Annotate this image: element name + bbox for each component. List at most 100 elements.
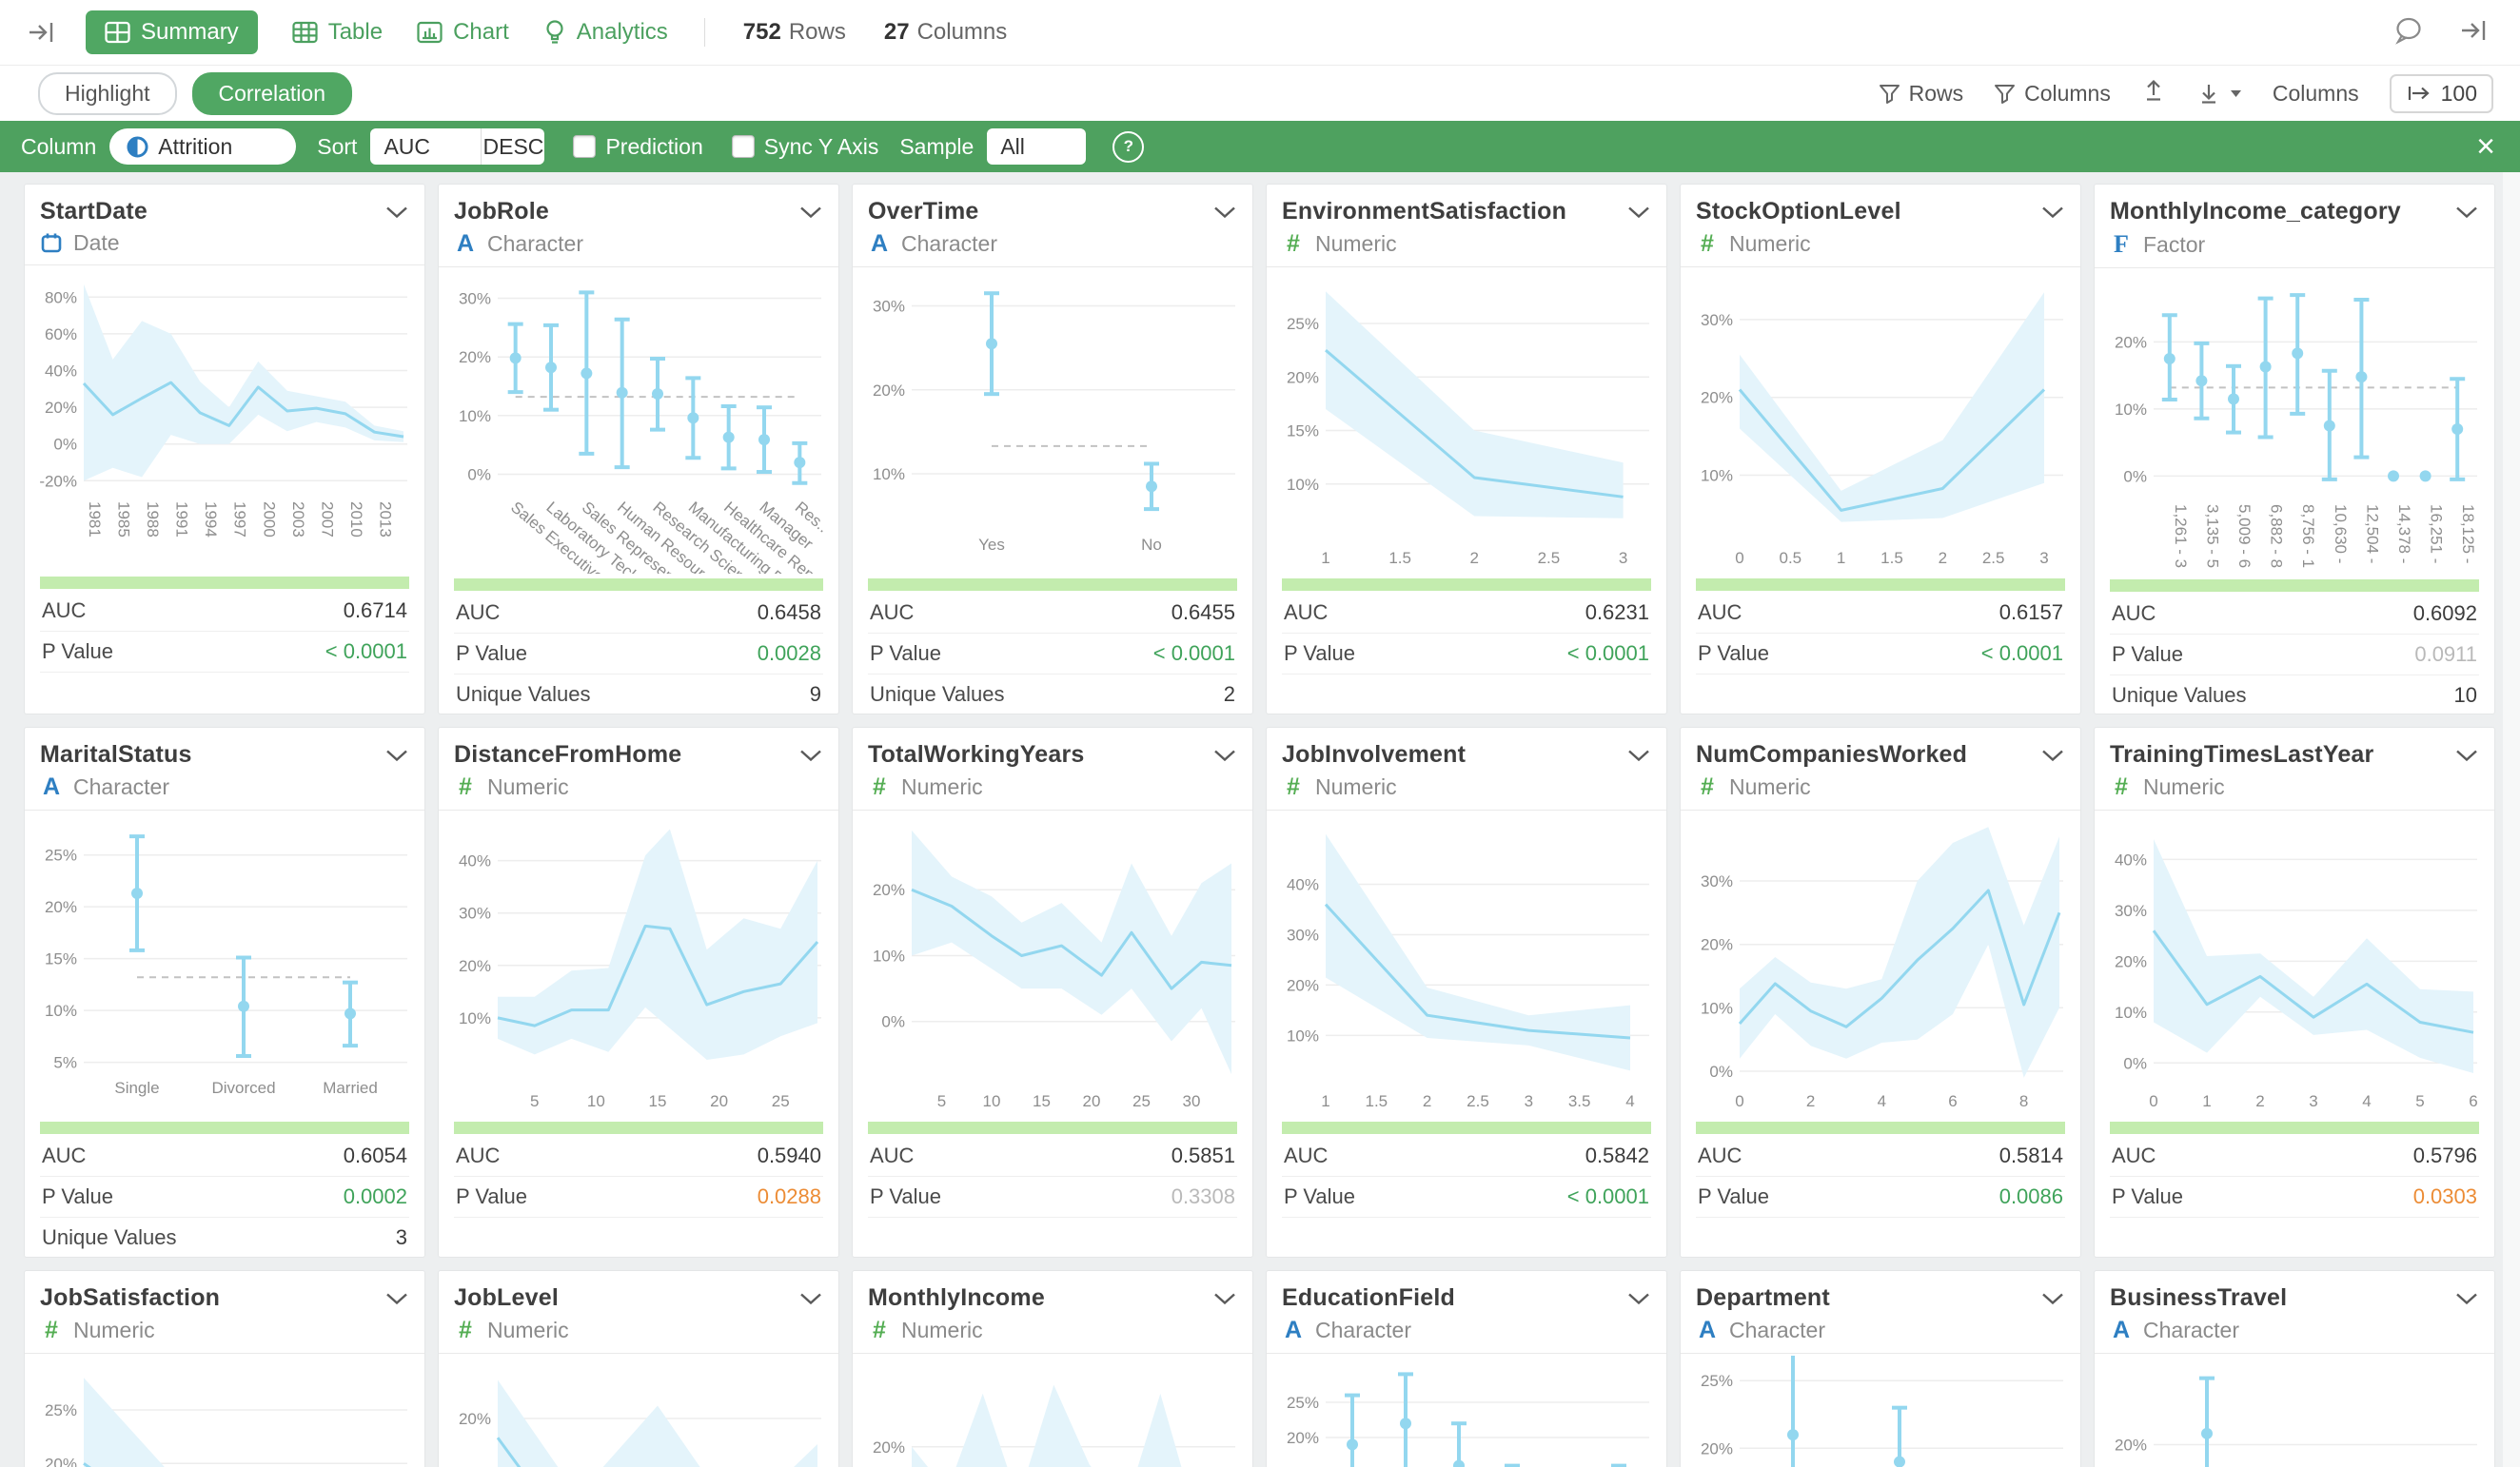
sync-y-axis-checkbox[interactable]: Sync Y Axis	[732, 134, 879, 160]
chevron-down-icon[interactable]	[2454, 205, 2479, 220]
sample-select[interactable]: All	[987, 128, 1086, 165]
chevron-down-icon[interactable]	[798, 205, 823, 220]
character-icon: A	[1282, 1317, 1305, 1344]
column-chart: 10%15%20%25%Human Resourc...Technical De…	[1282, 1356, 1651, 1467]
column-type-label: Character	[487, 231, 583, 257]
column-limit-button[interactable]: 100	[2390, 74, 2493, 113]
highlight-button[interactable]: Highlight	[38, 72, 177, 115]
tab-summary[interactable]: Summary	[86, 10, 258, 54]
rows-filter[interactable]: Rows	[1879, 81, 1964, 107]
view-options-bar: Highlight Correlation Rows Columns Colum…	[0, 66, 2520, 121]
svg-text:20%: 20%	[459, 957, 491, 975]
chevron-down-icon[interactable]	[1212, 205, 1237, 220]
correlation-button[interactable]: Correlation	[192, 72, 353, 115]
svg-text:0: 0	[1735, 1092, 1743, 1110]
collapse-sidebar-icon[interactable]	[27, 19, 57, 46]
prediction-checkbox[interactable]: Prediction	[573, 134, 702, 160]
numeric-icon: #	[1696, 773, 1719, 801]
correlation-strength-bar	[2110, 579, 2479, 592]
stat-label: P Value	[2112, 642, 2183, 667]
help-icon[interactable]: ?	[1112, 131, 1144, 163]
numeric-icon: #	[454, 1317, 477, 1344]
svg-text:2003: 2003	[289, 501, 307, 538]
tab-analytics[interactable]: Analytics	[543, 19, 668, 46]
divider	[1267, 266, 1666, 267]
svg-text:25: 25	[772, 1092, 790, 1110]
chevron-down-icon[interactable]	[384, 205, 409, 220]
tab-chart[interactable]: Chart	[417, 19, 509, 46]
chevron-down-icon[interactable]	[384, 749, 409, 763]
divider	[1267, 1353, 1666, 1354]
svg-text:2007: 2007	[318, 501, 336, 538]
chevron-down-icon[interactable]	[2040, 205, 2065, 220]
chevron-down-icon[interactable]	[2040, 1292, 2065, 1306]
svg-text:30%: 30%	[2115, 902, 2147, 920]
chevron-down-icon[interactable]	[1212, 749, 1237, 763]
svg-text:10%: 10%	[1287, 476, 1319, 494]
stat-value: < 0.0001	[1981, 641, 2063, 666]
svg-text:2: 2	[1470, 549, 1479, 567]
numeric-icon: #	[1282, 230, 1305, 258]
chevron-down-icon[interactable]	[1626, 205, 1651, 220]
numeric-icon: #	[40, 1317, 63, 1344]
auc-row: AUC0.5940	[454, 1136, 823, 1177]
svg-text:2010: 2010	[347, 501, 365, 538]
card-businesstravel: BusinessTravelACharacter10%15%20%Travel_…	[2095, 1271, 2494, 1467]
unique-values-row: Unique Values10	[2110, 675, 2479, 714]
column-chart: 5%10%15%20%12345	[454, 1356, 823, 1467]
column-chart: -20%0%20%40%60%80%1981198519881991199419…	[40, 267, 409, 572]
column-chart: 0%10%20%30%02468	[1696, 812, 2065, 1117]
card-title: JobSatisfaction	[40, 1284, 220, 1312]
upload-icon[interactable]	[2141, 78, 2166, 108]
stat-value: < 0.0001	[1153, 641, 1235, 666]
card-joblevel: JobLevel#Numeric5%10%15%20%12345	[439, 1271, 838, 1467]
chevron-down-icon[interactable]	[1626, 749, 1651, 763]
card-monthlyincome_category: MonthlyIncome_categoryFFactor0%10%20%1,2…	[2095, 185, 2494, 714]
auc-row: AUC0.5796	[2110, 1136, 2479, 1177]
svg-text:30%: 30%	[1701, 311, 1733, 329]
scrollbar-track[interactable]	[2503, 172, 2520, 1467]
svg-text:1.5: 1.5	[1366, 1092, 1388, 1110]
chevron-down-icon[interactable]	[2040, 749, 2065, 763]
auc-row: AUC0.6092	[2110, 594, 2479, 635]
close-icon[interactable]: ×	[2476, 130, 2495, 163]
chevron-down-icon[interactable]	[1626, 1292, 1651, 1306]
column-type-label: Numeric	[2143, 774, 2225, 800]
chevron-down-icon[interactable]	[798, 749, 823, 763]
columns-filter[interactable]: Columns	[1994, 81, 2111, 107]
svg-text:1: 1	[1321, 549, 1329, 567]
column-chart: 5%10%15%20%25%SingleDivorcedMarried	[40, 812, 409, 1117]
rows-filter-icon	[1879, 83, 1900, 105]
column-type-label: Numeric	[1315, 231, 1397, 257]
p-value-row: P Value< 0.0001	[1282, 634, 1651, 675]
column-select[interactable]: Attrition	[109, 128, 296, 165]
p-value-row: P Value0.0086	[1696, 1177, 2065, 1218]
sort-by-select[interactable]: AUC	[370, 128, 482, 165]
stat-label: Unique Values	[2112, 683, 2246, 708]
comments-icon[interactable]	[2393, 16, 2423, 49]
chevron-down-icon[interactable]	[2454, 1292, 2479, 1306]
auc-row: AUC0.6714	[40, 591, 409, 632]
numeric-icon: #	[868, 1317, 891, 1344]
divider	[2095, 810, 2494, 811]
svg-text:1997: 1997	[231, 501, 249, 538]
chevron-down-icon[interactable]	[384, 1292, 409, 1306]
correlation-strength-bar	[40, 1122, 409, 1134]
chevron-down-icon[interactable]	[798, 1292, 823, 1306]
divider	[2095, 267, 2494, 268]
chevron-down-icon[interactable]	[2454, 749, 2479, 763]
chevron-down-icon[interactable]	[1212, 1292, 1237, 1306]
svg-text:30%: 30%	[1287, 927, 1319, 945]
svg-text:0%: 0%	[467, 466, 491, 484]
numeric-icon: #	[2110, 773, 2133, 801]
sort-direction-select[interactable]: DESC	[482, 128, 544, 165]
download-menu[interactable]	[2196, 81, 2242, 106]
svg-text:1: 1	[2202, 1092, 2211, 1110]
column-chart: 0%10%20%30%Sales ExecutiveLaboratory Tec…	[454, 269, 823, 574]
collapse-panel-icon[interactable]	[2459, 17, 2490, 49]
tab-table[interactable]: Table	[292, 19, 383, 46]
svg-text:10: 10	[587, 1092, 605, 1110]
svg-text:20%: 20%	[45, 1455, 77, 1467]
p-value-row: P Value0.0288	[454, 1177, 823, 1218]
card-jobrole: JobRoleACharacter0%10%20%30%Sales Execut…	[439, 185, 838, 714]
